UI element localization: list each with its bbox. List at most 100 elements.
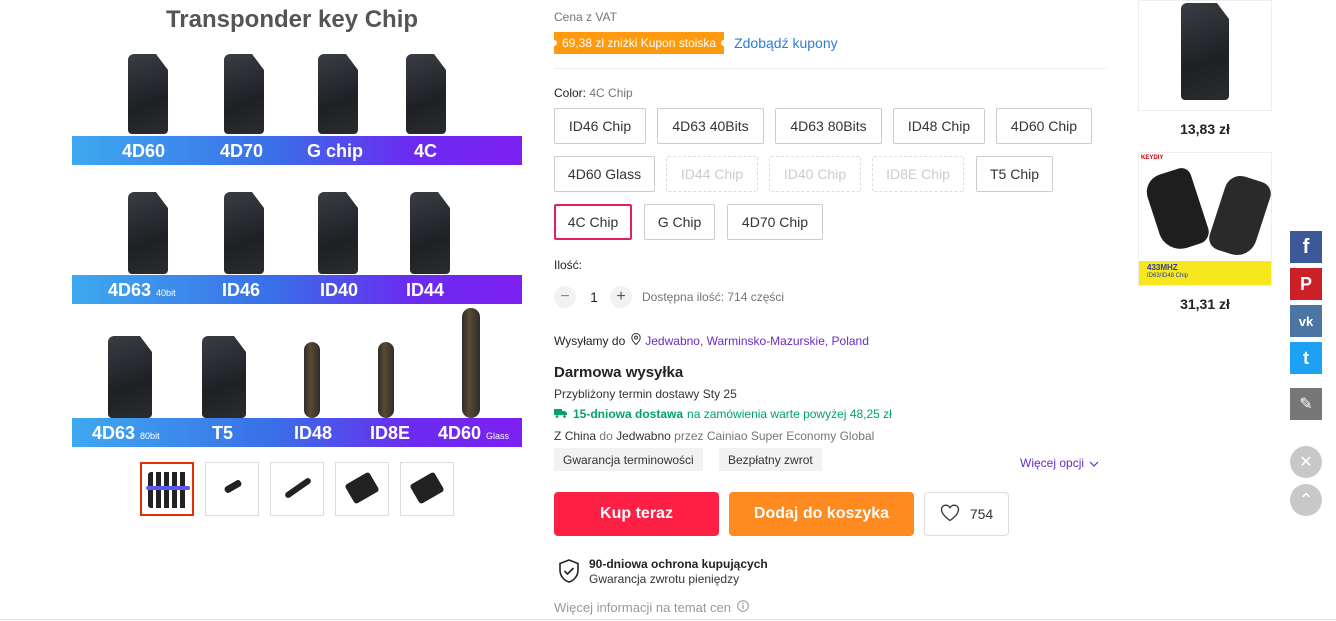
location-pin-icon (631, 332, 641, 348)
chip-image (410, 192, 450, 274)
chip-image (318, 192, 358, 274)
delivery-eta-date: Sty 25 (702, 387, 737, 401)
color-label: Color: 4C Chip (554, 86, 633, 100)
quantity-label: Ilość: (554, 258, 583, 272)
image-title: Transponder key Chip (165, 6, 419, 33)
info-icon (737, 600, 749, 615)
add-to-cart-button[interactable]: Dodaj do koszyka (729, 492, 914, 536)
product-image (1181, 3, 1229, 100)
sku-option[interactable]: 4D60 Glass (554, 156, 655, 192)
product-banner: 433MHZ ID63/ID48 Chip (1139, 261, 1271, 285)
divider (554, 68, 1106, 69)
sku-option[interactable]: T5 Chip (976, 156, 1053, 192)
car-key-image (1206, 171, 1274, 261)
car-key-image (1142, 165, 1212, 255)
pinterest-share-icon[interactable]: P (1290, 268, 1322, 300)
fast-delivery-row: 15-dniowa dostawa na zamówienia warte po… (554, 407, 892, 421)
chip-label: ID40 (320, 280, 359, 300)
more-options-text: Więcej opcji (1020, 456, 1085, 470)
get-coupons-link[interactable]: Zdobądź kupony (734, 35, 838, 51)
available-quantity: Dostępna ilość: 714 części (642, 290, 785, 304)
wishlist-button[interactable]: 754 (924, 492, 1009, 536)
delivery-eta: Przybliżony termin dostawy Sty 25 (554, 387, 737, 401)
thumbnail[interactable] (140, 462, 194, 516)
price-info-text: Więcej informacji na temat cen (554, 600, 732, 615)
sku-option-disabled: ID44 Chip (666, 156, 758, 192)
chip-image (224, 54, 264, 134)
chip-label: 4D63 80bit (92, 423, 160, 443)
sku-option[interactable]: ID48 Chip (893, 108, 985, 144)
route-from: Z (554, 429, 562, 443)
thumbnail[interactable] (270, 462, 324, 516)
close-icon[interactable]: ✕ (1290, 446, 1322, 478)
facebook-share-icon[interactable]: f (1290, 231, 1322, 263)
main-product-image[interactable]: Transponder key Chip 4D60 4D70 G chip 4C… (72, 0, 522, 450)
chip-label: ID48 (294, 423, 333, 443)
vk-share-icon[interactable]: vk (1290, 305, 1322, 337)
color-label-text: Color: (554, 86, 587, 100)
sku-option[interactable]: 4D60 Chip (996, 108, 1092, 144)
wishlist-count: 754 (969, 506, 994, 522)
chip-image (224, 192, 264, 274)
thumbnail[interactable] (335, 462, 389, 516)
thumbnail-band (146, 486, 190, 490)
quantity-input[interactable]: 1 (588, 289, 600, 305)
thumbnail-chip (344, 471, 380, 505)
chip-label: 4D63 40bit (108, 280, 176, 300)
service-tag: Gwarancja terminowości (554, 448, 703, 471)
color-selected-value: 4C Chip (589, 86, 633, 100)
thumbnail-chip (409, 471, 445, 505)
twitter-share-icon[interactable]: t (1290, 342, 1322, 374)
sku-option[interactable]: 4D63 40Bits (657, 108, 764, 144)
recommended-product[interactable] (1138, 0, 1272, 111)
vat-label: Cena z VAT (554, 10, 617, 24)
edit-icon[interactable]: ✎ (1290, 388, 1322, 420)
quantity-decrease-button[interactable]: − (554, 286, 576, 308)
sku-option[interactable]: ID46 Chip (554, 108, 646, 144)
glass-chip-image (378, 342, 394, 418)
route-carrier: przez Cainiao Super Economy Global (674, 429, 875, 443)
coupon-row: 69,38 zł zniżki Kupon stoiska Zdobądź ku… (554, 32, 838, 54)
thumbnail-chip (223, 478, 243, 495)
route-to: do (599, 429, 613, 443)
product-brand-logo: KEYDIY (1141, 155, 1163, 161)
chip-label: T5 (212, 423, 234, 443)
heart-icon (940, 504, 960, 525)
bottom-divider (0, 619, 1336, 620)
chip-image (108, 336, 152, 418)
sku-option-selected[interactable]: 4C Chip (554, 204, 632, 240)
chip-image (128, 192, 168, 274)
chip-label: 4C (414, 141, 438, 161)
ship-to-row: Wysyłamy do Jedwabno, Warminsko-Mazurski… (554, 332, 869, 348)
route-destination: Jedwabno (616, 429, 671, 443)
back-to-top-icon[interactable]: ⌃ (1290, 484, 1322, 516)
chip-label: ID44 (406, 280, 445, 300)
fast-delivery-condition: na zamówienia warte powyżej 48,25 zł (687, 407, 892, 421)
product-brand-text: KEYDIY (1141, 155, 1164, 161)
chip-label: 4D70 (220, 141, 264, 161)
sku-option[interactable]: G Chip (644, 204, 715, 240)
product-banner-note: ID63/ID48 Chip (1147, 273, 1189, 279)
service-tag: Bezpłatny zwrot (719, 448, 822, 471)
thumbnail-chip (148, 472, 188, 508)
store-coupon-badge[interactable]: 69,38 zł zniżki Kupon stoiska (554, 32, 725, 54)
recommended-product[interactable]: KEYDIY 433MHZ ID63/ID48 Chip (1138, 152, 1274, 286)
thumbnail[interactable] (205, 462, 259, 516)
chevron-down-icon (1089, 456, 1099, 470)
thumbnail[interactable] (400, 462, 454, 516)
ship-destination-link[interactable]: Jedwabno, Warminsko-Mazurskie, Poland (645, 334, 869, 348)
buy-now-button[interactable]: Kup teraz (554, 492, 719, 536)
chip-label: 4D60 Glass (438, 423, 510, 443)
sku-option[interactable]: 4D70 Chip (727, 204, 823, 240)
quantity-increase-button[interactable]: + (610, 286, 632, 308)
chip-label: ID46 (222, 280, 261, 300)
price-info-link[interactable]: Więcej informacji na temat cen (554, 600, 749, 615)
sku-option[interactable]: 4D63 80Bits (775, 108, 882, 144)
ship-to-label: Wysyłamy do (554, 333, 626, 348)
recommended-price: 13,83 zł (1180, 121, 1230, 137)
free-shipping-title: Darmowa wysyłka (554, 364, 684, 381)
fast-delivery-title: 15-dniowa dostawa (573, 407, 684, 421)
buyer-protection-title: 90-dniowa ochrona kupujących (589, 557, 768, 571)
chip-image (406, 54, 446, 134)
more-options-link[interactable]: Więcej opcji (1020, 456, 1099, 470)
